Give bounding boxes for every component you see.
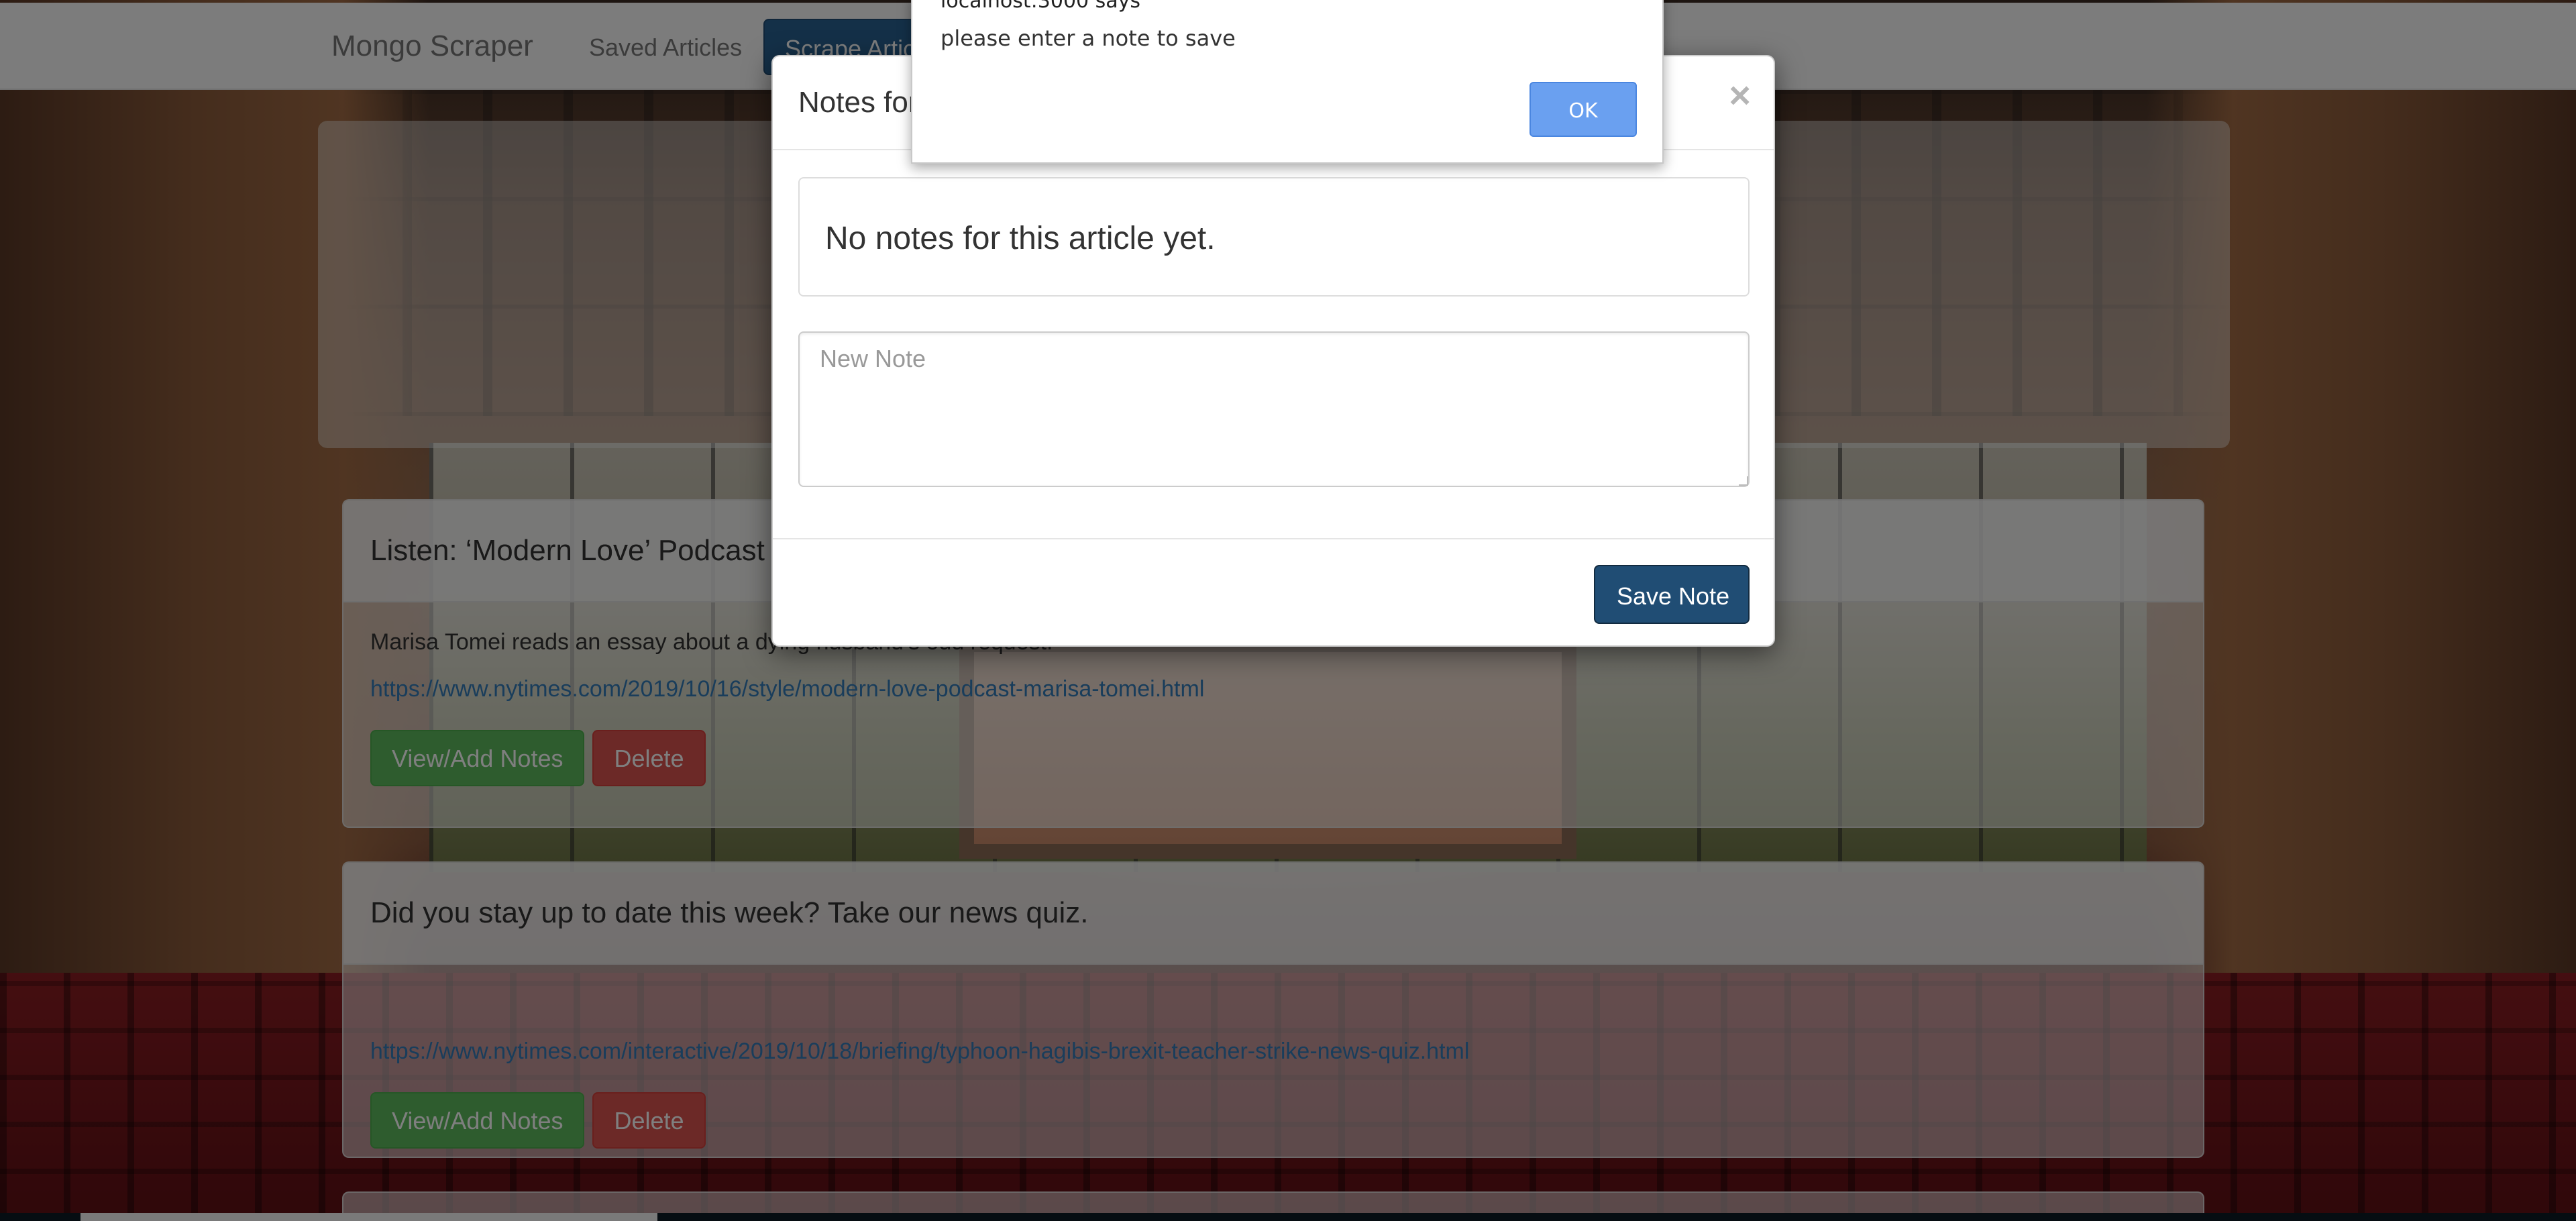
close-icon[interactable]: ×: [1729, 76, 1751, 114]
save-note-button[interactable]: Save Note: [1594, 565, 1750, 624]
modal-title: Notes for: [798, 86, 918, 119]
new-note-textarea[interactable]: [798, 331, 1750, 487]
resize-grip-icon[interactable]: [1739, 476, 1748, 486]
browser-alert-dialog: localhost:3000 says please enter a note …: [911, 0, 1664, 164]
alert-ok-button[interactable]: OK: [1529, 82, 1637, 137]
alert-origin: localhost:3000 says: [941, 0, 1141, 13]
alert-message: please enter a note to save: [941, 25, 1236, 51]
modal-footer: Save Note: [773, 538, 1774, 648]
notes-list: No notes for this article yet.: [798, 177, 1750, 297]
